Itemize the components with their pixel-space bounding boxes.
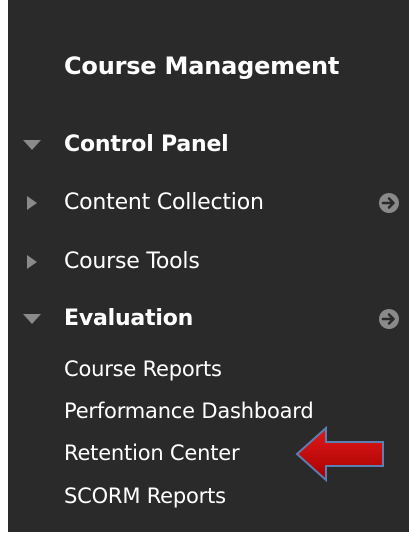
arrow-circle-right-icon[interactable] [378,308,400,330]
control-panel-header[interactable]: Control Panel [8,128,409,162]
evaluation-label: Evaluation [64,306,194,331]
link-retention-center[interactable]: Retention Center [64,438,240,468]
panel-title: Course Management [64,52,340,80]
nav-item-evaluation[interactable]: Evaluation [8,302,409,336]
arrow-circle-right-icon[interactable] [378,192,400,214]
triangle-down-icon[interactable] [22,138,42,152]
nav-item-content-collection[interactable]: Content Collection [8,186,409,220]
content-collection-label: Content Collection [64,190,264,215]
triangle-right-icon[interactable] [22,196,42,210]
link-scorm-reports[interactable]: SCORM Reports [64,481,226,511]
link-course-reports[interactable]: Course Reports [64,354,222,384]
course-management-panel: Course Management Control Panel Content … [8,0,409,532]
link-performance-dashboard[interactable]: Performance Dashboard [64,396,314,426]
triangle-down-icon[interactable] [22,312,42,326]
triangle-right-icon[interactable] [22,255,42,269]
red-arrow-pointer-icon [295,425,384,483]
control-panel-label: Control Panel [64,132,229,157]
nav-item-course-tools[interactable]: Course Tools [8,245,409,279]
course-tools-label: Course Tools [64,249,200,274]
